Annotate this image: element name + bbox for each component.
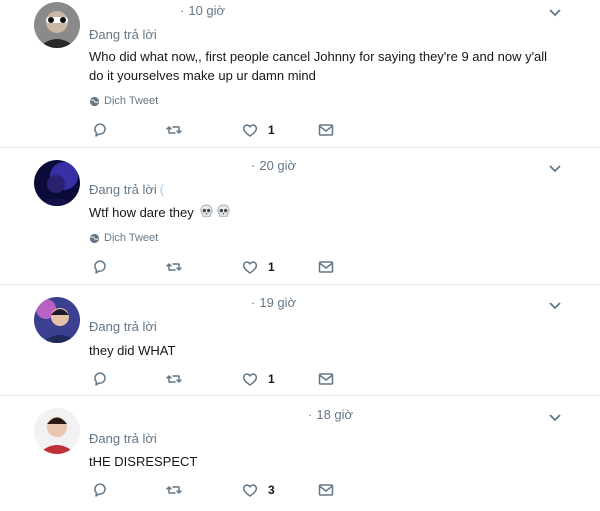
retweet-icon: [166, 263, 182, 271]
tweet-text: Wtf how dare they: [89, 203, 569, 222]
reply-icon: [94, 483, 106, 497]
heart-icon: [242, 484, 258, 497]
envelope-icon: [318, 484, 334, 496]
skull-emoji-icon: [200, 204, 213, 217]
tweet-actions: 3: [92, 482, 352, 500]
avatar[interactable]: [34, 2, 80, 48]
globe-icon: [89, 96, 100, 106]
direct-message-button[interactable]: [318, 259, 334, 275]
envelope-icon: [318, 261, 334, 273]
globe-icon: [89, 233, 100, 243]
chevron-down-icon[interactable]: [548, 411, 562, 425]
translate-tweet-link[interactable]: Dịch Tweet: [89, 232, 158, 244]
tweet-timestamp[interactable]: · 20 giờ: [251, 158, 296, 173]
reply-icon: [94, 372, 106, 386]
like-count: 1: [268, 123, 275, 137]
translate-tweet-link[interactable]: Dịch Tweet: [89, 95, 158, 107]
tweet-text: Who did what now,, first people cancel J…: [89, 49, 548, 83]
replying-to-label: Đang trả lời: [89, 27, 157, 42]
tweet-actions: 1: [92, 122, 352, 140]
reply-button[interactable]: [92, 371, 108, 387]
like-count: 1: [268, 260, 275, 274]
tweet-1[interactable]: · 10 giờ Đang trả lời Who did what now,, …: [0, 0, 600, 148]
tweet-actions: 1: [92, 259, 352, 277]
separator-dot: ·: [251, 158, 256, 173]
heart-icon: [242, 373, 258, 386]
separator-dot: ·: [180, 3, 185, 18]
like-count: 3: [268, 483, 275, 497]
replying-to-label: Đang trả lời: [89, 431, 157, 446]
tweet-4[interactable]: · 18 giờ Đang trả lời tHE DISRESPECT 3: [0, 396, 600, 511]
tweet-text: tHE DISRESPECT: [89, 454, 198, 469]
heart-icon: [242, 124, 258, 137]
tweet-2[interactable]: · 20 giờ Đang trả lời( Wtf how dare they …: [0, 148, 600, 285]
reply-button[interactable]: [92, 482, 108, 498]
retweet-icon: [166, 486, 182, 494]
envelope-icon: [318, 124, 334, 136]
avatar[interactable]: [34, 160, 80, 206]
chevron-down-icon[interactable]: [548, 299, 562, 313]
reply-button[interactable]: [92, 122, 108, 138]
tweet-timestamp[interactable]: · 19 giờ: [251, 295, 296, 310]
tweet-timestamp[interactable]: · 18 giờ: [308, 407, 353, 422]
reply-icon: [94, 260, 106, 274]
tweet-timestamp[interactable]: · 10 giờ: [180, 3, 225, 18]
reply-handle[interactable]: (: [160, 182, 164, 197]
like-button[interactable]: 1: [242, 122, 275, 138]
reply-button[interactable]: [92, 259, 108, 275]
retweet-button[interactable]: [166, 371, 182, 387]
separator-dot: ·: [251, 295, 256, 310]
chevron-down-icon[interactable]: [548, 6, 562, 20]
replying-to-label: Đang trả lời(: [89, 182, 165, 197]
envelope-icon: [318, 373, 334, 385]
like-button[interactable]: 1: [242, 371, 275, 387]
direct-message-button[interactable]: [318, 122, 334, 138]
retweet-button[interactable]: [166, 122, 182, 138]
avatar[interactable]: [34, 297, 80, 343]
reply-icon: [94, 123, 106, 137]
replying-to-label: Đang trả lời: [89, 319, 157, 334]
like-count: 1: [268, 372, 275, 386]
tweet-actions: 1: [92, 371, 352, 389]
direct-message-button[interactable]: [318, 371, 334, 387]
like-button[interactable]: 3: [242, 482, 275, 498]
retweet-icon: [166, 126, 182, 134]
heart-icon: [242, 261, 258, 274]
tweet-text: they did WHAT: [89, 343, 176, 358]
like-button[interactable]: 1: [242, 259, 275, 275]
avatar[interactable]: [34, 408, 80, 454]
retweet-icon: [166, 375, 182, 383]
tweet-3[interactable]: · 19 giờ Đang trả lời they did WHAT 1: [0, 285, 600, 396]
separator-dot: ·: [308, 407, 313, 422]
skull-emoji-icon: [217, 204, 230, 217]
retweet-button[interactable]: [166, 482, 182, 498]
direct-message-button[interactable]: [318, 482, 334, 498]
tweet-feed: · 10 giờ Đang trả lời Who did what now,, …: [0, 0, 600, 511]
chevron-down-icon[interactable]: [548, 162, 562, 176]
retweet-button[interactable]: [166, 259, 182, 275]
